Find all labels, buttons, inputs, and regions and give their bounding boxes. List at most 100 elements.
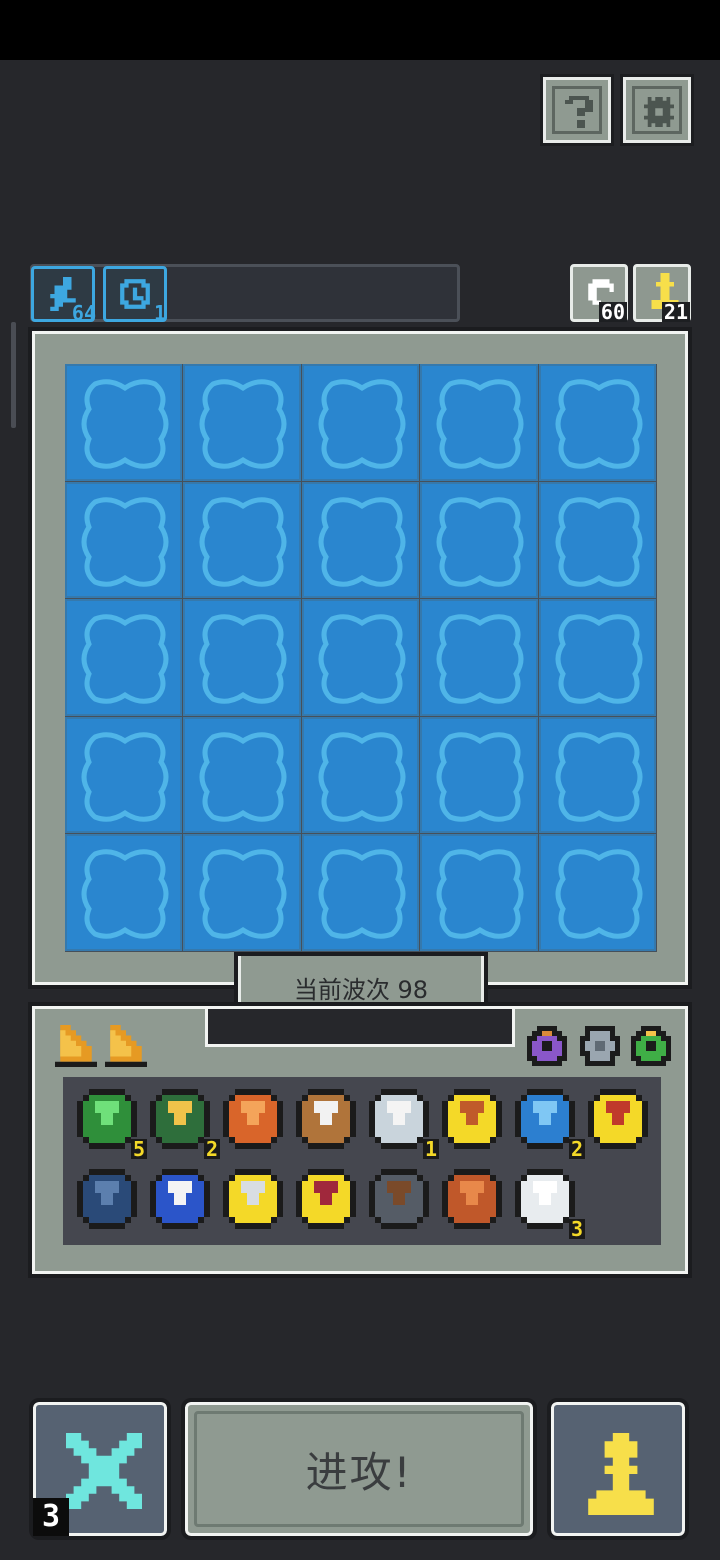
red-chest-icon[interactable] — [588, 1089, 652, 1153]
blue-whale-icon[interactable]: 2 — [515, 1089, 585, 1159]
tile-clover-pattern — [555, 379, 643, 469]
board-tile[interactable] — [301, 364, 420, 481]
blue-cannon-icon[interactable] — [77, 1169, 141, 1233]
board-tile[interactable] — [65, 599, 183, 716]
board-tile[interactable] — [183, 716, 301, 834]
tile-clover-pattern — [199, 732, 287, 822]
item-count: 5 — [130, 1137, 147, 1161]
board-tile[interactable] — [538, 481, 656, 599]
treasure-map-icon[interactable] — [442, 1089, 506, 1153]
hooded-figure-icon[interactable]: 2 — [150, 1089, 220, 1159]
board-tile[interactable] — [183, 481, 301, 599]
board-grid — [65, 364, 657, 952]
board-tile[interactable] — [65, 481, 183, 599]
board-tile[interactable] — [65, 834, 183, 951]
speed-count: 64 — [71, 301, 96, 325]
tile-clover-pattern — [436, 496, 524, 587]
pawn-button[interactable] — [547, 1398, 689, 1540]
item-count: 1 — [422, 1137, 439, 1161]
cross-icon — [66, 1433, 142, 1509]
board-tile[interactable] — [538, 599, 656, 716]
gear-icon — [644, 97, 674, 127]
battle-axe-icon[interactable] — [223, 1169, 287, 1233]
reroll-count: 60 — [598, 300, 627, 324]
tile-clover-pattern — [199, 379, 287, 469]
item-count: 2 — [568, 1137, 585, 1161]
tile-clover-pattern — [555, 496, 643, 587]
tile-clover-pattern — [199, 849, 287, 940]
tile-clover-pattern — [555, 732, 643, 822]
tile-clover-pattern — [555, 614, 643, 704]
board-tile[interactable] — [301, 599, 420, 716]
grey-armor-icon[interactable] — [580, 1024, 620, 1068]
hammer-icon[interactable] — [369, 1169, 433, 1233]
tile-clover-pattern — [318, 849, 406, 940]
green-ring-icon[interactable] — [631, 1025, 671, 1067]
white-cloud-icon[interactable]: 3 — [515, 1169, 585, 1239]
tile-clover-pattern — [318, 496, 406, 587]
board-tile[interactable] — [538, 716, 656, 834]
board-tile[interactable] — [301, 834, 420, 951]
tile-clover-pattern — [199, 496, 287, 587]
anvil-icon[interactable]: 1 — [369, 1089, 439, 1159]
tile-clover-pattern — [81, 614, 169, 704]
tile-clover-pattern — [81, 379, 169, 469]
card-triangle-icon[interactable] — [55, 1025, 97, 1067]
status-bar — [0, 0, 720, 60]
board-tile[interactable] — [301, 716, 420, 834]
tile-clover-pattern — [81, 849, 169, 940]
inventory-notch — [205, 1009, 515, 1047]
orange-shield-icon[interactable] — [223, 1089, 287, 1153]
cancel-count-badge: 3 — [33, 1498, 69, 1536]
tile-clover-pattern — [318, 614, 406, 704]
green-gem-shield-icon[interactable]: 5 — [77, 1089, 147, 1159]
card-triangle-icon[interactable] — [105, 1025, 147, 1067]
tile-clover-pattern — [436, 849, 524, 940]
board-tile[interactable] — [183, 599, 301, 716]
red-boot-icon[interactable] — [296, 1169, 360, 1233]
item-grid: 5 2 1 2 3 — [63, 1077, 661, 1245]
board-tile[interactable] — [538, 834, 656, 951]
board-tile[interactable] — [65, 364, 183, 481]
tile-clover-pattern — [436, 614, 524, 704]
board-tile[interactable] — [420, 481, 538, 599]
pawn-icon — [588, 1433, 654, 1515]
cancel-count: 3 — [41, 1499, 61, 1534]
attack-button-inset — [194, 1411, 524, 1527]
pawn-count: 21 — [661, 300, 690, 324]
tile-clover-pattern — [555, 849, 643, 940]
board-tile[interactable] — [65, 716, 183, 834]
clock-icon — [120, 279, 150, 309]
pawn-counter[interactable]: 21 — [633, 264, 691, 322]
tile-clover-pattern — [81, 496, 169, 587]
speed-slot[interactable]: 64 — [31, 266, 96, 325]
board-tile[interactable] — [420, 834, 538, 951]
tile-clover-pattern — [318, 732, 406, 822]
scroll-indicator[interactable] — [11, 322, 16, 428]
clock-count: 1 — [153, 301, 166, 325]
tile-clover-pattern — [81, 732, 169, 822]
board-tile[interactable] — [420, 599, 538, 716]
sailing-ship-icon[interactable] — [296, 1089, 360, 1153]
board-tile[interactable] — [538, 364, 656, 481]
settings-button[interactable] — [620, 74, 694, 146]
reroll-counter[interactable]: 60 — [570, 264, 628, 322]
tile-clover-pattern — [436, 732, 524, 822]
question-icon — [565, 96, 593, 128]
help-button[interactable] — [540, 74, 614, 146]
board-tile[interactable] — [420, 364, 538, 481]
board-tile[interactable] — [420, 716, 538, 834]
cauldron-icon[interactable] — [150, 1169, 214, 1233]
board-tile[interactable] — [301, 481, 420, 599]
attack-button[interactable]: 进攻! — [181, 1398, 537, 1540]
board-tile[interactable] — [183, 364, 301, 481]
tile-clover-pattern — [436, 379, 524, 469]
item-count: 2 — [203, 1137, 220, 1161]
purple-ring-icon[interactable] — [527, 1025, 567, 1067]
board-tile[interactable] — [183, 834, 301, 951]
item-count: 3 — [568, 1217, 585, 1241]
wooden-stick-icon[interactable] — [442, 1169, 506, 1233]
cancel-button[interactable]: 3 — [29, 1398, 171, 1540]
clock-slot[interactable]: 1 — [103, 266, 167, 325]
wave-label: 当前波次 98 — [293, 976, 429, 1004]
